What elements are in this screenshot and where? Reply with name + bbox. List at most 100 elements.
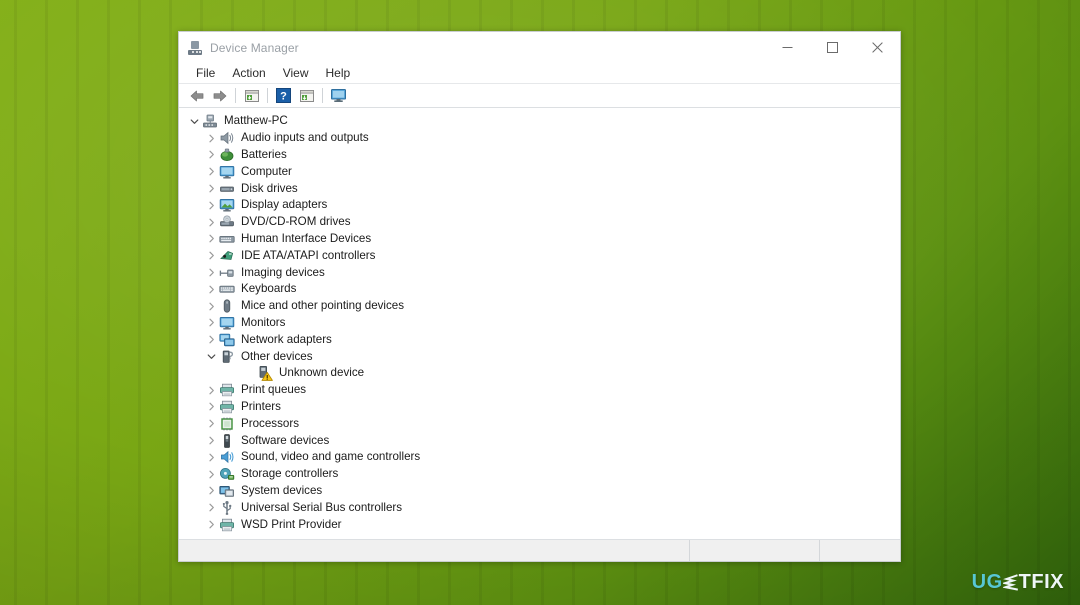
tree-node[interactable]: Unknown device: [179, 365, 900, 382]
tree-node[interactable]: Storage controllers: [179, 466, 900, 483]
processor-icon: [219, 416, 235, 432]
chevron-right-icon[interactable]: [204, 298, 219, 314]
network-adapter-icon: [219, 332, 235, 348]
tree-node-label: Storage controllers: [241, 467, 339, 481]
tree-node[interactable]: Display adapters: [179, 197, 900, 214]
tree-node[interactable]: Processors: [179, 415, 900, 432]
tree-children-container: Audio inputs and outputs Batteries Compute…: [179, 130, 900, 533]
tree-node[interactable]: Batteries: [179, 147, 900, 164]
properties-icon[interactable]: [240, 85, 263, 106]
chevron-right-icon[interactable]: [204, 164, 219, 180]
help-icon[interactable]: ?: [272, 85, 295, 106]
update-driver-icon[interactable]: [295, 85, 318, 106]
computer-root-icon: [202, 113, 218, 129]
toolbar-separator: [267, 88, 268, 103]
tree-node-label: Computer: [241, 164, 292, 178]
chevron-right-icon[interactable]: [204, 332, 219, 348]
tree-node-label: Human Interface Devices: [241, 231, 372, 245]
chevron-down-icon[interactable]: [187, 113, 202, 129]
menu-view[interactable]: View: [275, 65, 318, 82]
tree-node-label: Print queues: [241, 383, 307, 397]
back-arrow-icon[interactable]: [185, 85, 208, 106]
device-tree[interactable]: Matthew-PC Audio inputs and outputs Batte…: [179, 108, 900, 539]
tree-node[interactable]: Human Interface Devices: [179, 231, 900, 248]
minimize-button[interactable]: [765, 32, 810, 63]
keyboard-icon: [219, 281, 235, 297]
tree-node-label: Mice and other pointing devices: [241, 299, 405, 313]
unknown-device-warning-icon: [257, 365, 273, 382]
software-device-icon: [219, 433, 235, 449]
chevron-right-icon[interactable]: [204, 399, 219, 415]
tree-node[interactable]: Print queues: [179, 382, 900, 399]
printer-icon: [219, 399, 235, 415]
tree-node[interactable]: Disk drives: [179, 180, 900, 197]
tree-node[interactable]: Monitors: [179, 315, 900, 332]
menu-help[interactable]: Help: [318, 65, 360, 82]
chevron-right-icon[interactable]: [204, 483, 219, 499]
tree-node[interactable]: IDE ATA/ATAPI controllers: [179, 247, 900, 264]
menu-file[interactable]: File: [188, 65, 224, 82]
menu-action[interactable]: Action: [224, 65, 274, 82]
chevron-right-icon[interactable]: [204, 130, 219, 146]
tree-node-label: DVD/CD-ROM drives: [241, 215, 351, 229]
tree-node-label: Disk drives: [241, 181, 298, 195]
chevron-right-icon[interactable]: [204, 433, 219, 449]
forward-arrow-icon[interactable]: [208, 85, 231, 106]
tree-node[interactable]: WSD Print Provider: [179, 516, 900, 533]
chevron-right-icon[interactable]: [204, 147, 219, 163]
chevron-down-icon[interactable]: [204, 349, 219, 365]
chevron-right-icon[interactable]: [204, 181, 219, 197]
watermark-text-part2: TFIX: [1018, 571, 1064, 593]
tree-node-label: Network adapters: [241, 332, 332, 346]
chevron-right-icon[interactable]: [204, 248, 219, 264]
tree-node[interactable]: Mice and other pointing devices: [179, 298, 900, 315]
maximize-button[interactable]: [810, 32, 855, 63]
chevron-right-icon[interactable]: [204, 382, 219, 398]
tree-node[interactable]: Audio inputs and outputs: [179, 130, 900, 147]
chevron-right-icon[interactable]: [204, 466, 219, 482]
tree-node-label: Keyboards: [241, 282, 297, 296]
status-bar: [179, 539, 900, 561]
tree-node[interactable]: Keyboards: [179, 281, 900, 298]
chevron-right-icon[interactable]: [204, 265, 219, 281]
tree-node-label: WSD Print Provider: [241, 517, 342, 531]
tree-node[interactable]: DVD/CD-ROM drives: [179, 214, 900, 231]
tree-node-label: Printers: [241, 399, 281, 413]
disk-drive-icon: [219, 181, 235, 197]
chevron-right-icon[interactable]: [204, 517, 219, 533]
scan-hardware-changes-icon[interactable]: [327, 85, 350, 106]
imaging-device-icon: [219, 265, 235, 281]
tree-node-root[interactable]: Matthew-PC: [179, 113, 900, 130]
tree-node[interactable]: Software devices: [179, 432, 900, 449]
monitor-icon: [219, 164, 235, 180]
status-pane-1: [179, 540, 690, 561]
tree-node[interactable]: Imaging devices: [179, 264, 900, 281]
chevron-right-icon[interactable]: [204, 214, 219, 230]
tree-node[interactable]: System devices: [179, 483, 900, 500]
chevron-right-icon[interactable]: [204, 281, 219, 297]
toolbar: ?: [179, 84, 900, 108]
chevron-right-icon[interactable]: [204, 416, 219, 432]
speaker-icon: [219, 130, 235, 146]
tree-node[interactable]: Universal Serial Bus controllers: [179, 499, 900, 516]
chevron-right-icon[interactable]: [204, 231, 219, 247]
svg-text:?: ?: [280, 91, 287, 103]
tree-node[interactable]: Computer: [179, 163, 900, 180]
tree-node[interactable]: Network adapters: [179, 331, 900, 348]
chevron-right-icon[interactable]: [204, 449, 219, 465]
sound-controller-icon: [219, 449, 235, 465]
tree-node[interactable]: Printers: [179, 399, 900, 416]
printer-icon: [219, 517, 235, 533]
tree-node-label: Unknown device: [279, 366, 365, 380]
watermark-text-part1: UG: [971, 571, 1003, 593]
chevron-right-icon[interactable]: [204, 500, 219, 516]
chevron-right-icon[interactable]: [204, 197, 219, 213]
tree-node[interactable]: Sound, video and game controllers: [179, 449, 900, 466]
title-bar[interactable]: Device Manager: [179, 32, 900, 63]
chevron-right-icon[interactable]: [204, 315, 219, 331]
menu-bar: File Action View Help: [179, 63, 900, 84]
tree-node-label: Software devices: [241, 433, 330, 447]
close-button[interactable]: [855, 32, 900, 63]
tree-node[interactable]: Other devices: [179, 348, 900, 365]
device-manager-window: Device Manager File Action View Help ? M…: [178, 31, 901, 562]
